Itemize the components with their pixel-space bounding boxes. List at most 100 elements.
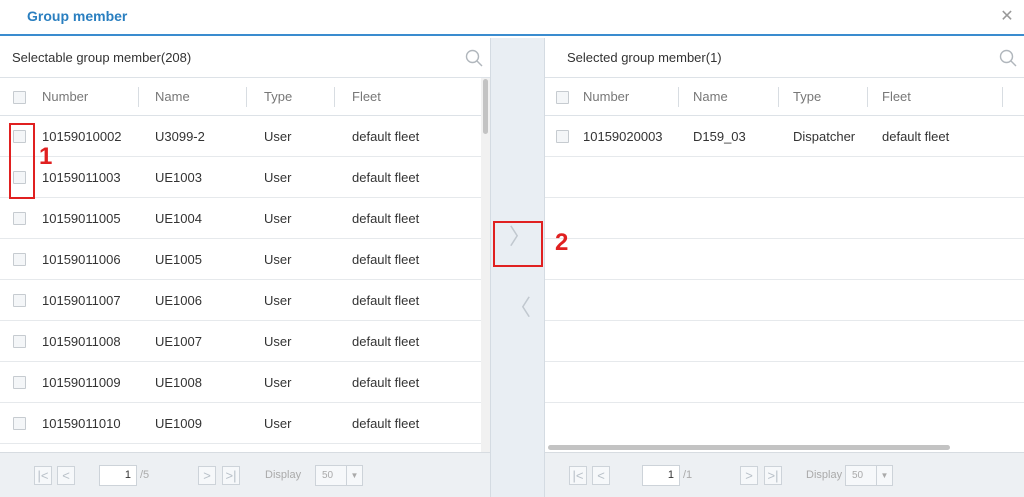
annotation-number-1: 1: [39, 143, 53, 170]
search-icon[interactable]: [998, 48, 1018, 68]
selected-horizontal-scrollbar[interactable]: [548, 445, 1022, 452]
table-row[interactable]: 10159011009 UE1008 User default fleet: [0, 362, 490, 403]
display-label: Display: [806, 469, 843, 481]
dialog-titlebar: Group member ✕: [0, 0, 1024, 36]
row-checkbox[interactable]: [13, 253, 26, 266]
empty-row: [545, 280, 1024, 321]
selected-panel: Selected group member(1) Number Name Typ…: [545, 38, 1024, 497]
transfer-controls: 〉 〈: [490, 38, 545, 497]
column-header-fleet[interactable]: Fleet: [882, 78, 911, 115]
close-icon[interactable]: ✕: [998, 8, 1016, 26]
member-number: 10159010002: [42, 128, 122, 144]
search-icon[interactable]: [464, 48, 484, 68]
page-number-input[interactable]: 1: [99, 465, 137, 486]
member-name: UE1004: [155, 210, 202, 226]
member-number: 10159020003: [583, 128, 663, 144]
column-header-name[interactable]: Name: [155, 78, 190, 115]
display-count-value: 50: [322, 470, 334, 481]
column-header-number[interactable]: Number: [583, 78, 629, 115]
row-checkbox[interactable]: [13, 212, 26, 225]
member-type: User: [264, 415, 292, 431]
page-number-input[interactable]: 1: [642, 465, 680, 486]
selected-pagination: |< < 1 /1 > >| Display 50 ▼: [545, 452, 1024, 497]
display-label: Display: [265, 469, 302, 481]
chevron-down-icon: ▼: [346, 466, 362, 485]
member-type: User: [264, 128, 292, 144]
row-checkbox[interactable]: [556, 130, 569, 143]
last-page-button[interactable]: >|: [764, 466, 782, 485]
prev-page-button[interactable]: <: [57, 466, 75, 485]
selected-panel-header: Selected group member(1): [545, 38, 1024, 78]
member-fleet: default fleet: [352, 415, 420, 431]
selected-panel-title: Selected group member(1): [567, 50, 722, 65]
empty-row: [545, 321, 1024, 362]
member-number: 10159011007: [42, 292, 121, 308]
table-row[interactable]: 10159010002 U3099-2 User default fleet: [0, 116, 490, 157]
table-row[interactable]: 10159011008 UE1007 User default fleet: [0, 321, 490, 362]
column-header-type[interactable]: Type: [793, 78, 821, 115]
row-checkbox[interactable]: [13, 376, 26, 389]
last-page-button[interactable]: >|: [222, 466, 240, 485]
member-type: User: [264, 169, 292, 185]
column-header-name[interactable]: Name: [693, 78, 728, 115]
empty-row: [545, 239, 1024, 280]
table-row[interactable]: 10159011003 UE1003 User default fleet: [0, 157, 490, 198]
member-fleet: default fleet: [352, 210, 420, 226]
member-name: UE1003: [155, 169, 202, 185]
member-name: U3099-2: [155, 128, 205, 144]
member-number: 10159011005: [42, 210, 121, 226]
row-checkbox[interactable]: [13, 294, 26, 307]
empty-row: [545, 362, 1024, 403]
total-pages: /5: [140, 469, 150, 481]
prev-page-button[interactable]: <: [592, 466, 610, 485]
selectable-panel-header: Selectable group member(208): [0, 38, 490, 78]
table-row[interactable]: 10159011006 UE1005 User default fleet: [0, 239, 490, 280]
member-fleet: default fleet: [882, 128, 950, 144]
member-type: User: [264, 333, 292, 349]
first-page-button[interactable]: |<: [34, 466, 52, 485]
member-fleet: default fleet: [352, 292, 420, 308]
display-count-value: 50: [852, 470, 864, 481]
table-row[interactable]: 10159011010 UE1009 User default fleet: [0, 403, 490, 444]
member-name: UE1005: [155, 251, 202, 267]
member-fleet: default fleet: [352, 251, 420, 267]
selectable-panel-title: Selectable group member(208): [12, 50, 192, 65]
next-page-button[interactable]: >: [198, 466, 216, 485]
member-number: 10159011003: [42, 169, 121, 185]
table-row[interactable]: 10159011007 UE1006 User default fleet: [0, 280, 490, 321]
member-fleet: default fleet: [352, 374, 420, 390]
chevron-down-icon: ▼: [876, 466, 892, 485]
annotation-box-checkboxes: [9, 123, 35, 199]
member-type: User: [264, 374, 292, 390]
selectable-panel: Selectable group member(208) Number Name…: [0, 38, 490, 497]
column-header-type[interactable]: Type: [264, 78, 292, 115]
empty-row: [545, 198, 1024, 239]
first-page-button[interactable]: |<: [569, 466, 587, 485]
select-all-checkbox[interactable]: [556, 91, 569, 104]
column-header-number[interactable]: Number: [42, 78, 88, 115]
member-name: UE1008: [155, 374, 202, 390]
table-row[interactable]: 10159020003 D159_03 Dispatcher default f…: [545, 116, 1024, 157]
member-type: User: [264, 292, 292, 308]
member-number: 10159011006: [42, 251, 121, 267]
select-all-checkbox[interactable]: [13, 91, 26, 104]
selectable-table-header: Number Name Type Fleet: [0, 78, 490, 116]
member-name: UE1006: [155, 292, 202, 308]
scrollbar-thumb[interactable]: [548, 445, 950, 450]
display-count-select[interactable]: 50 ▼: [315, 465, 363, 486]
member-type: User: [264, 210, 292, 226]
next-page-button[interactable]: >: [740, 466, 758, 485]
empty-row: [545, 157, 1024, 198]
selectable-pagination: |< < 1 /5 > >| Display 50 ▼: [0, 452, 490, 497]
column-header-fleet[interactable]: Fleet: [352, 78, 381, 115]
member-name: UE1009: [155, 415, 202, 431]
scrollbar-thumb[interactable]: [483, 79, 488, 134]
table-row[interactable]: 10159011005 UE1004 User default fleet: [0, 198, 490, 239]
remove-member-button[interactable]: 〈: [509, 294, 531, 324]
row-checkbox[interactable]: [13, 335, 26, 348]
selectable-vertical-scrollbar[interactable]: [481, 78, 490, 490]
display-count-select[interactable]: 50 ▼: [845, 465, 893, 486]
selectable-rows: 10159010002 U3099-2 User default fleet 1…: [0, 116, 490, 444]
row-checkbox[interactable]: [13, 417, 26, 430]
dialog-title: Group member: [27, 8, 128, 24]
